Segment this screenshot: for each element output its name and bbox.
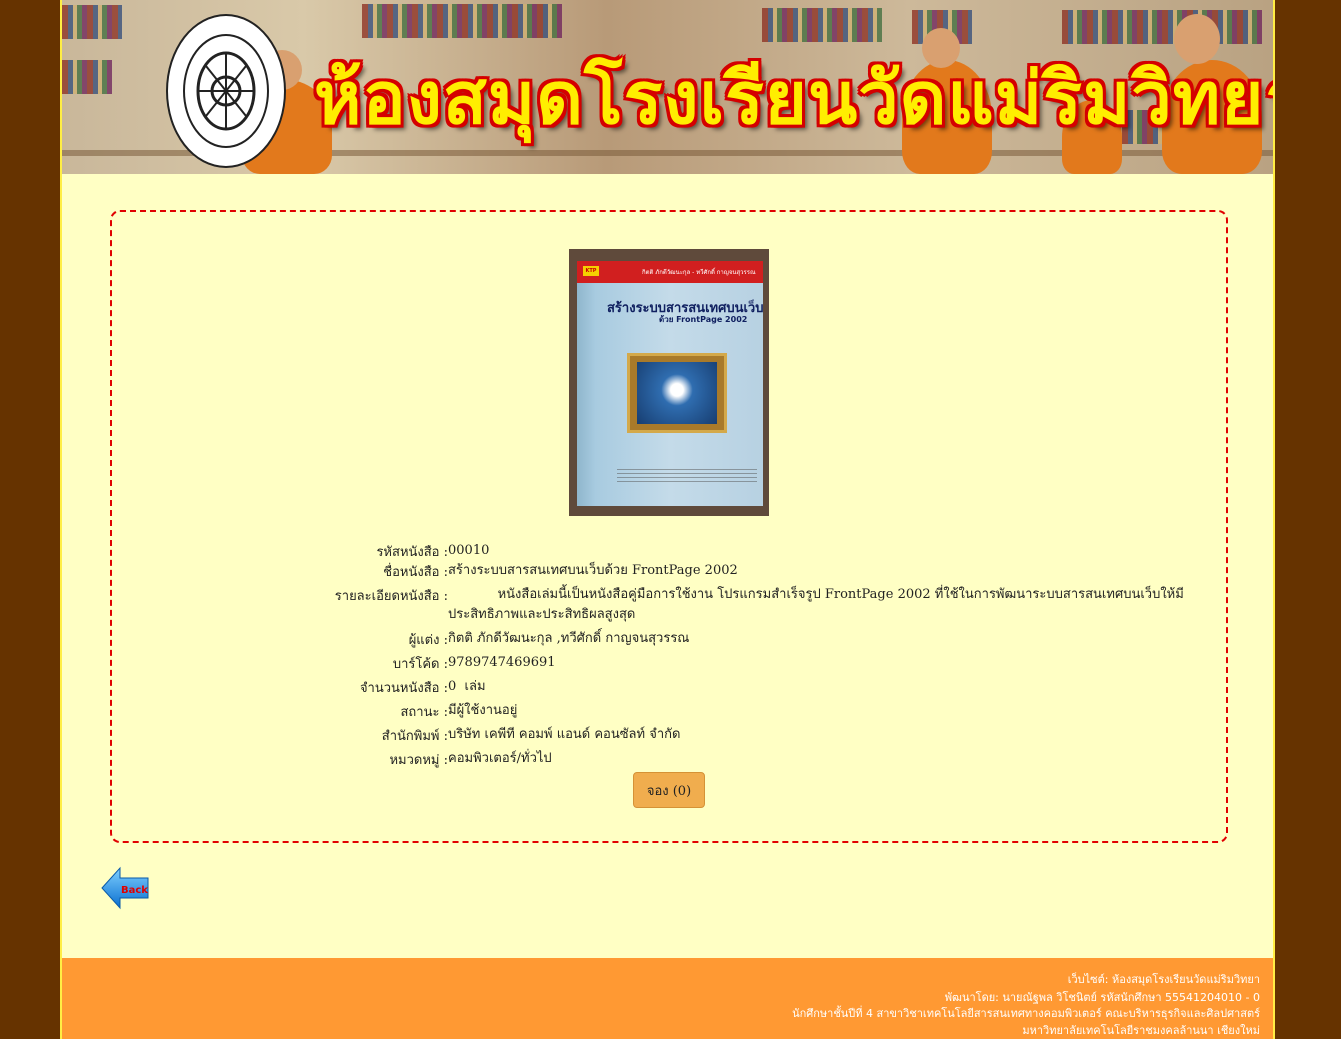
field-label: รายละเอียดหนังสือ : — [334, 589, 448, 604]
footer-program: นักศึกษาชั้นปีที่ 4 สาขาวิชาเทคโนโลยีสาร… — [792, 1007, 1260, 1020]
bookshelf-decoration — [1062, 10, 1262, 44]
field-value: สร้างระบบสารสนเทศบนเว็บด้วย FrontPage 20… — [448, 563, 738, 578]
field-label: ชื่อหนังสือ : — [383, 565, 448, 580]
field-value: บริษัท เคพีที คอมพ์ แอนด์ คอนซัลท์ จำกัด — [448, 727, 681, 742]
header-banner: ห้องสมุดโรงเรียนวัดแม่ริมวิทยา — [62, 0, 1273, 174]
field-label: บาร์โค้ด : — [392, 657, 448, 672]
cover-footnote — [617, 469, 757, 483]
page-container: ห้องสมุดโรงเรียนวัดแม่ริมวิทยา KTP กิตติ… — [60, 0, 1275, 1039]
field-label: หมวดหมู่ : — [389, 753, 448, 768]
cover-page: KTP กิตติ ภักดีวัฒนะกุล - ทวีศักดิ์ กาญจ… — [577, 261, 763, 506]
field-label: รหัสหนังสือ : — [376, 545, 448, 560]
book-cover-image: KTP กิตติ ภักดีวัฒนะกุล - ทวีศักดิ์ กาญจ… — [569, 249, 769, 516]
back-button[interactable]: Back — [100, 866, 150, 910]
bookshelf-decoration — [362, 4, 562, 38]
field-value: กิตติ ภักดีวัฒนะกุล ,ทวีศักดิ์ กาญจนสุวร… — [448, 631, 690, 646]
back-arrow-icon: Back — [101, 866, 149, 910]
field-value: 0 เล่ม — [448, 679, 486, 694]
cover-authors: กิตติ ภักดีวัฒนะกุล - ทวีศักดิ์ กาญจนสุว… — [642, 269, 756, 276]
school-seal-icon — [166, 14, 286, 168]
field-value: 9789747469691 — [448, 655, 556, 670]
field-value: มีผู้ใช้งานอยู่ — [448, 703, 518, 718]
banner-title: ห้องสมุดโรงเรียนวัดแม่ริมวิทยา — [314, 56, 1273, 140]
cover-picture-frame — [627, 353, 727, 433]
bookshelf-decoration — [762, 8, 882, 42]
bookshelf-decoration — [62, 5, 122, 39]
field-label: สำนักพิมพ์ : — [381, 729, 448, 744]
field-label: จำนวนหนังสือ : — [359, 681, 448, 696]
cover-header-band: KTP กิตติ ภักดีวัฒนะกุล - ทวีศักดิ์ กาญจ… — [577, 261, 763, 283]
seal-emblem-icon — [183, 34, 269, 148]
back-label: Back — [121, 885, 148, 896]
footer: เว็บไซต์: ห้องสมุดโรงเรียนวัดแม่ริมวิทยา… — [62, 958, 1273, 1039]
reserve-button[interactable]: จอง (0) — [633, 772, 705, 808]
field-label: สถานะ : — [400, 705, 449, 720]
footer-university: มหาวิทยาลัยเทคโนโลยีราชมงคลล้านนา เชียงใ… — [1022, 1024, 1260, 1037]
field-value: 00010 — [448, 543, 490, 558]
field-label: ผู้แต่ง : — [408, 633, 448, 648]
field-value: คอมพิวเตอร์/ทั่วไป — [448, 751, 552, 766]
field-value: หนังสือเล่มนี้เป็นหนังสือคู่มือการใช้งาน… — [448, 587, 1184, 622]
publisher-logo: KTP — [583, 266, 599, 276]
cover-subtitle: ด้วย FrontPage 2002 — [659, 315, 748, 324]
cover-picture — [637, 362, 717, 424]
footer-website: เว็บไซต์: ห้องสมุดโรงเรียนวัดแม่ริมวิทยา — [1067, 973, 1260, 986]
book-detail-panel: KTP กิตติ ภักดีวัฒนะกุล - ทวีศักดิ์ กาญจ… — [110, 210, 1228, 843]
bookshelf-decoration — [62, 60, 112, 94]
